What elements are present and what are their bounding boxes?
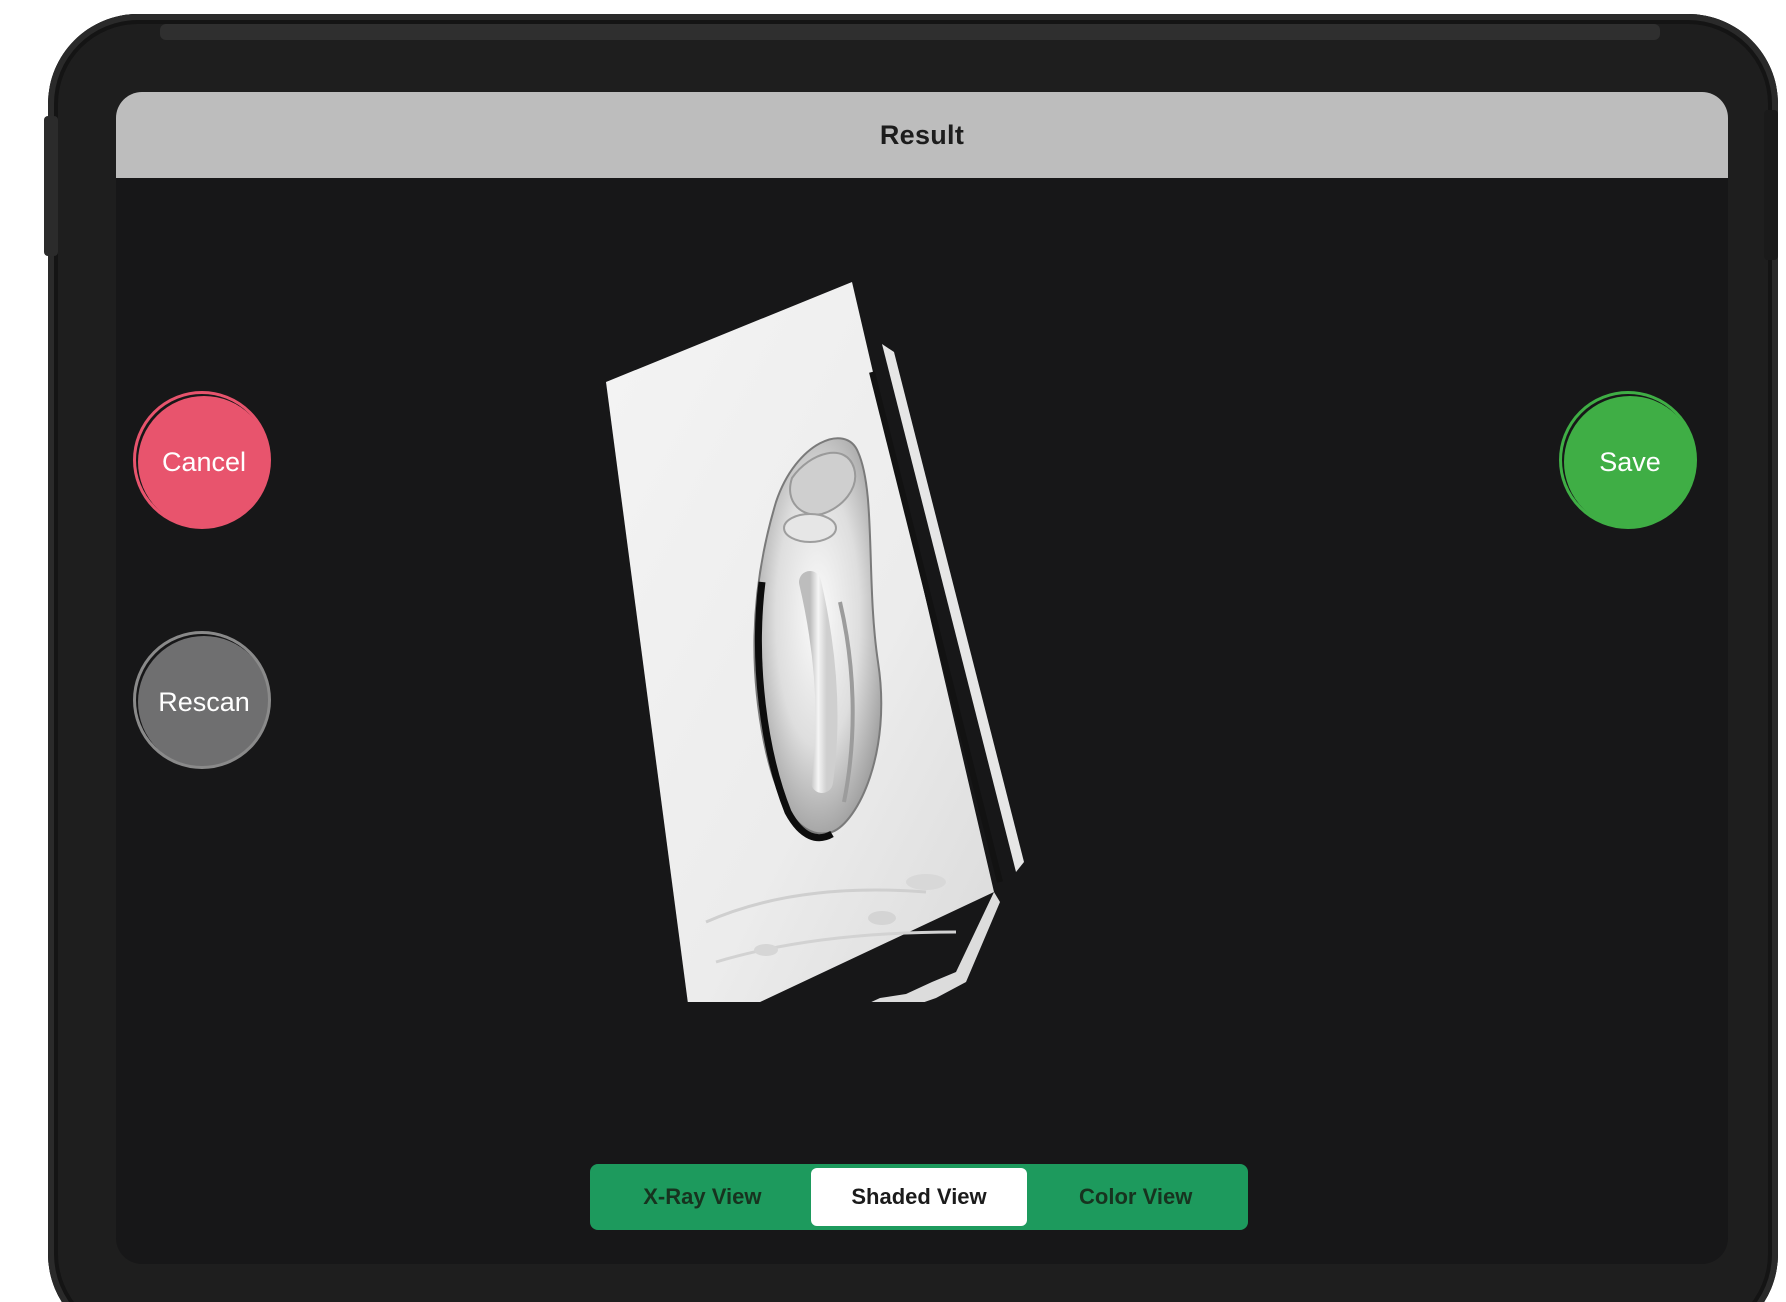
scan-3d-viewport[interactable] (596, 282, 1296, 1002)
save-button[interactable]: Save (1559, 391, 1697, 529)
cancel-button[interactable]: Cancel (133, 391, 271, 529)
tablet-power-button (1764, 110, 1778, 260)
rescan-button[interactable]: Rescan (133, 631, 271, 769)
navigation-bar: Result (116, 92, 1728, 178)
segment-shaded-view[interactable]: Shaded View (810, 1168, 1028, 1226)
cancel-button-ring (133, 391, 271, 529)
save-button-ring (1559, 391, 1697, 529)
tablet-volume-button (44, 116, 58, 256)
segment-xray-view[interactable]: X-Ray View (594, 1168, 811, 1226)
tablet-top-rim (160, 24, 1660, 40)
stage: Result Cancel Rescan Save X-Ray View Sha… (0, 0, 1786, 1302)
view-mode-segmented-control: X-Ray View Shaded View Color View (590, 1164, 1248, 1230)
page-title: Result (879, 119, 965, 150)
segment-color-view[interactable]: Color View (1027, 1168, 1244, 1226)
app-screen: Result Cancel Rescan Save X-Ray View Sha… (116, 92, 1728, 1264)
rescan-button-ring (133, 631, 271, 769)
